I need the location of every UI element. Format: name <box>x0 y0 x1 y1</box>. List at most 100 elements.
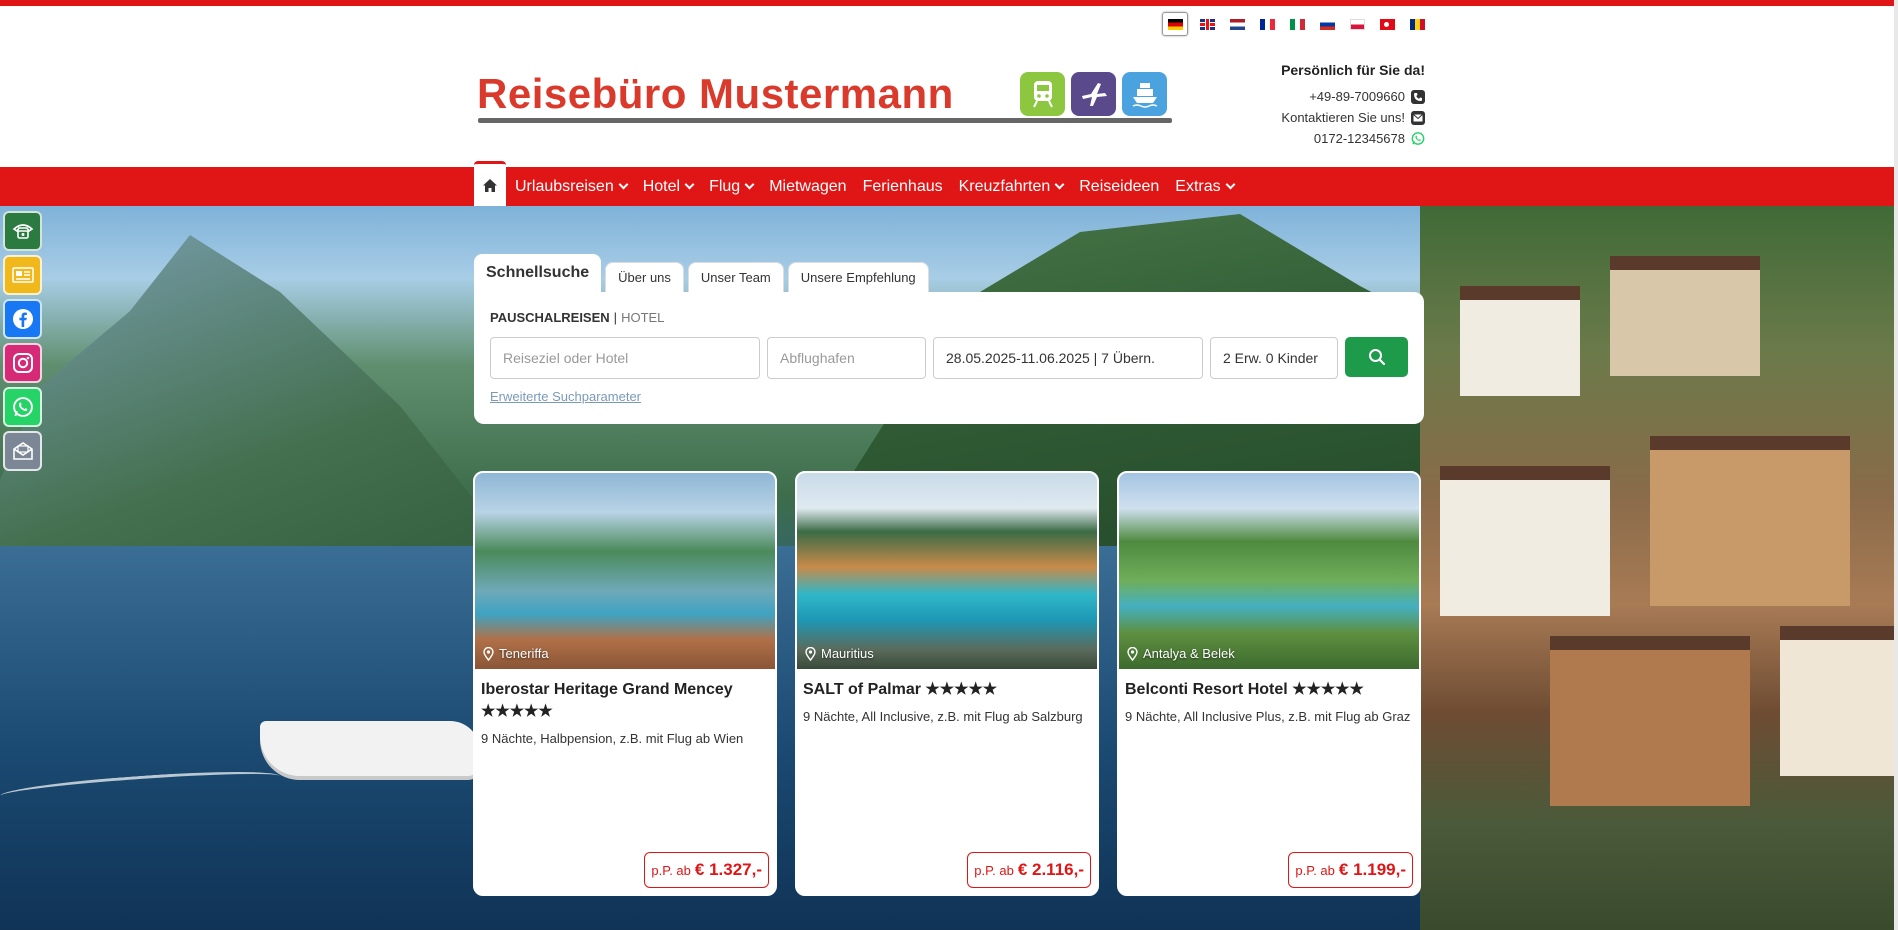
site-header: Reisebüro Mustermann Persönlich für Sie … <box>0 6 1898 167</box>
product-type-pauschalreisen[interactable]: PAUSCHALREISEN <box>490 310 610 325</box>
phone-icon <box>1411 89 1425 104</box>
instagram-icon[interactable] <box>3 343 42 383</box>
nav-item-reiseideen[interactable]: Reiseideen <box>1079 178 1159 196</box>
chevron-down-icon <box>618 179 629 190</box>
hotel-name-text: Belconti Resort Hotel <box>1125 681 1288 698</box>
offer-card[interactable]: Teneriffa Iberostar Heritage Grand Mence… <box>473 471 777 896</box>
nav-item-extras[interactable]: Extras <box>1175 178 1236 196</box>
advanced-search-link[interactable]: Erweiterte Suchparameter <box>490 389 641 404</box>
product-type-hotel[interactable]: HOTEL <box>621 310 664 325</box>
price-button[interactable]: p.P. ab € 1.327,- <box>644 852 769 888</box>
travellers-input[interactable]: 2 Erw. 0 Kinder <box>1210 337 1338 379</box>
search-button[interactable] <box>1345 337 1408 377</box>
chevron-down-icon <box>1054 179 1065 190</box>
search-panel: PAUSCHALREISEN | HOTEL Reiseziel oder Hote… <box>474 292 1424 424</box>
star-rating: ★★★★★ <box>481 703 553 720</box>
offer-details: 9 Nächte, All Inclusive, z.B. mit Flug a… <box>803 709 1083 724</box>
contact-whatsapp-text: 0172-12345678 <box>1313 131 1405 146</box>
flag-ru-icon[interactable] <box>1316 14 1338 34</box>
hotel-name: Iberostar Heritage Grand Mencey ★★★★★ <box>481 679 771 723</box>
hotel-name-text: Iberostar Heritage Grand Mencey <box>481 681 733 698</box>
chevron-down-icon <box>1225 179 1236 190</box>
location-text: Teneriffa <box>499 646 549 661</box>
offer-card[interactable]: Antalya & Belek Belconti Resort Hotel ★★… <box>1117 471 1421 896</box>
location-label: Mauritius <box>805 646 874 661</box>
flag-pl-icon[interactable] <box>1346 14 1368 34</box>
contact-box: Persönlich für Sie da! +49-89-7009660 Ko… <box>1200 62 1425 149</box>
village <box>1420 206 1898 930</box>
contact-phone[interactable]: +49-89-7009660 <box>1200 86 1425 107</box>
house <box>1610 256 1760 376</box>
price-prefix: p.P. ab <box>1295 862 1335 878</box>
offer-details: 9 Nächte, All Inclusive Plus, z.B. mit F… <box>1125 709 1411 724</box>
hotel-name-text: SALT of Palmar <box>803 681 921 698</box>
hotel-image: Antalya & Belek <box>1119 473 1419 669</box>
price-value: € 1.327,- <box>694 860 762 879</box>
tab-unser-team[interactable]: Unser Team <box>687 262 784 292</box>
nav-item-label: Flug <box>709 177 741 195</box>
departure-airport-input[interactable]: Abflughafen <box>767 337 926 379</box>
tab-unsere-empfehlung[interactable]: Unsere Empfehlung <box>787 262 929 292</box>
hotel-image: Mauritius <box>797 473 1097 669</box>
flag-tr-icon[interactable] <box>1376 14 1398 34</box>
offer-details: 9 Nächte, Halbpension, z.B. mit Flug ab … <box>481 731 744 746</box>
star-rating: ★★★★★ <box>1292 681 1364 698</box>
ferry-boat <box>260 721 480 776</box>
contact-whatsapp[interactable]: 0172-12345678 <box>1200 128 1425 149</box>
tab-schnellsuche[interactable]: Schnellsuche <box>474 254 602 292</box>
house <box>1650 436 1850 606</box>
newsletter-icon[interactable] <box>3 255 42 295</box>
phone-icon[interactable] <box>3 211 42 251</box>
flag-gb-icon[interactable] <box>1196 14 1218 34</box>
nav-item-hotel[interactable]: Hotel <box>643 178 695 196</box>
hotel-image: Teneriffa <box>475 473 775 669</box>
flag-ro-icon[interactable] <box>1406 14 1428 34</box>
location-label: Teneriffa <box>483 646 549 661</box>
price-prefix: p.P. ab <box>974 862 1014 878</box>
product-type-switch: PAUSCHALREISEN | HOTEL <box>490 310 664 325</box>
contact-email-text: Kontaktieren Sie uns! <box>1281 110 1405 125</box>
nav-item-label: Reiseideen <box>1079 177 1160 195</box>
logo-underline <box>478 118 1172 123</box>
home-icon[interactable] <box>474 161 506 206</box>
contact-email[interactable]: Kontaktieren Sie uns! <box>1200 107 1425 128</box>
flag-fr-icon[interactable] <box>1256 14 1278 34</box>
flag-nl-icon[interactable] <box>1226 14 1248 34</box>
main-navigation: Urlaubsreisen Hotel Flug Mietwagen Ferie… <box>0 161 1898 206</box>
location-text: Antalya & Belek <box>1143 646 1235 661</box>
nav-item-label: Ferienhaus <box>862 177 943 195</box>
location-label: Antalya & Belek <box>1127 646 1235 661</box>
price-button[interactable]: p.P. ab € 1.199,- <box>1288 852 1413 888</box>
tab-ueber-uns[interactable]: Über uns <box>605 262 684 292</box>
price-value: € 2.116,- <box>1017 860 1084 879</box>
nav-item-kreuzfahrten[interactable]: Kreuzfahrten <box>958 177 1065 196</box>
house <box>1780 626 1898 776</box>
facebook-icon[interactable] <box>3 299 42 339</box>
destination-input[interactable]: Reiseziel oder Hotel <box>490 337 760 379</box>
nav-item-label: Kreuzfahrten <box>958 177 1051 195</box>
social-sidebar <box>3 211 42 471</box>
whatsapp-icon <box>1411 132 1425 146</box>
map-pin-icon <box>1127 646 1138 661</box>
hotel-name: Belconti Resort Hotel ★★★★★ <box>1125 679 1415 701</box>
flag-it-icon[interactable] <box>1286 14 1308 34</box>
price-button[interactable]: p.P. ab € 2.116,- <box>967 852 1091 888</box>
search-icon <box>1368 349 1385 366</box>
nav-item-ferienhaus[interactable]: Ferienhaus <box>863 178 943 196</box>
nav-item-label: Urlaubsreisen <box>515 177 614 195</box>
travel-dates-input[interactable]: 28.05.2025-11.06.2025 | 7 Übern. <box>933 337 1203 379</box>
flag-de-icon[interactable] <box>1162 12 1188 36</box>
nav-item-urlaubsreisen[interactable]: Urlaubsreisen <box>515 177 629 196</box>
site-logo[interactable]: Reisebüro Mustermann <box>477 70 954 118</box>
contact-phone-text: +49-89-7009660 <box>1309 89 1405 104</box>
nav-item-flug[interactable]: Flug <box>709 177 755 196</box>
house <box>1440 466 1610 616</box>
whatsapp-icon[interactable] <box>3 387 42 427</box>
offer-card[interactable]: Mauritius SALT of Palmar ★★★★★ 9 Nächte,… <box>795 471 1099 896</box>
hotel-name: SALT of Palmar ★★★★★ <box>803 679 1093 701</box>
page-scrollbar[interactable] <box>1894 0 1898 930</box>
envelope-icon <box>1411 110 1425 125</box>
mail-icon[interactable] <box>3 431 42 471</box>
nav-item-mietwagen[interactable]: Mietwagen <box>769 178 846 196</box>
ship-icon <box>1122 72 1167 116</box>
